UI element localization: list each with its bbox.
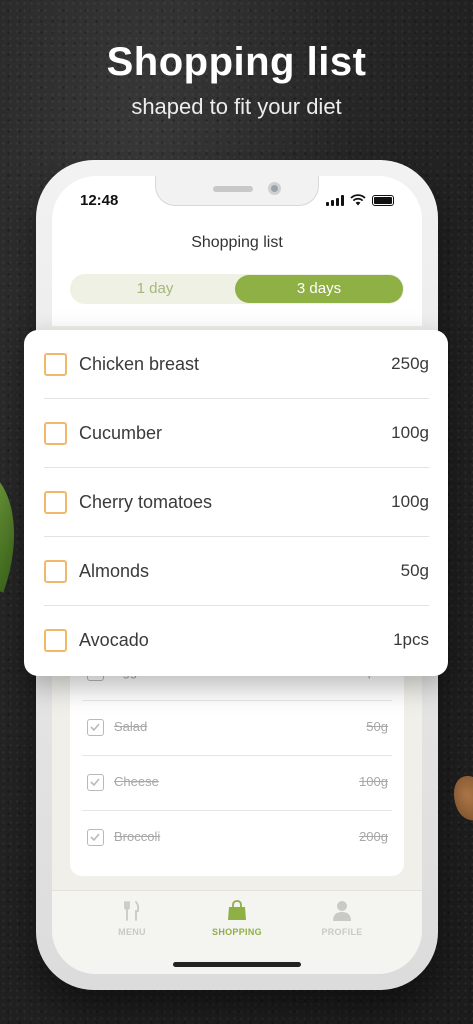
item-checkbox[interactable] — [44, 491, 67, 514]
screen-title: Shopping list — [191, 234, 283, 251]
checkmark-icon — [90, 778, 100, 787]
checked-checkbox[interactable] — [87, 829, 104, 846]
list-item[interactable]: Avocado 1pcs — [44, 606, 429, 675]
wifi-icon — [350, 194, 366, 206]
item-checkbox[interactable] — [44, 422, 67, 445]
tab-shopping-label: SHOPPING — [212, 927, 262, 937]
segment-1-day[interactable]: 1 day — [71, 275, 239, 303]
item-checkbox[interactable] — [44, 353, 67, 376]
checked-item-qty: 100g — [359, 774, 388, 789]
item-name: Avocado — [79, 630, 149, 650]
item-name: Cucumber — [79, 423, 163, 443]
segment-3-days[interactable]: 3 days — [235, 275, 403, 303]
day-range-toggle: 1 day 3 days — [70, 274, 404, 304]
checked-checkbox[interactable] — [87, 774, 104, 791]
signal-icon — [326, 195, 344, 206]
list-item[interactable]: Almonds 50g — [44, 537, 429, 606]
speaker-grille — [213, 186, 253, 192]
person-icon — [333, 901, 351, 921]
item-quantity: 100g — [391, 423, 429, 442]
item-checkbox[interactable] — [44, 629, 67, 652]
item-name: Chicken breast — [79, 354, 200, 374]
status-time: 12:48 — [80, 192, 119, 209]
tab-menu[interactable]: MENU — [82, 899, 182, 949]
checked-checkbox[interactable] — [87, 719, 104, 736]
tab-profile[interactable]: PROFILE — [292, 899, 392, 949]
front-camera — [268, 182, 281, 195]
checked-item-row[interactable]: Cheese 100g — [82, 756, 392, 811]
checked-item-name: Salad — [114, 719, 148, 734]
shopping-bag-icon — [228, 900, 246, 920]
tab-profile-label: PROFILE — [321, 927, 363, 937]
status-icons — [326, 194, 394, 206]
promo-headline: Shopping list — [106, 40, 367, 84]
item-quantity: 100g — [391, 492, 429, 511]
phone-notch — [155, 176, 319, 206]
item-quantity: 50g — [400, 561, 429, 580]
checked-item-qty: 50g — [366, 719, 388, 734]
item-name: Almonds — [79, 561, 150, 581]
checked-item-row[interactable]: Broccoli 200g — [82, 811, 392, 866]
item-quantity: 1pcs — [393, 630, 429, 649]
tab-menu-label: MENU — [118, 927, 146, 937]
fork-knife-icon — [124, 901, 140, 921]
battery-icon — [372, 195, 394, 206]
checked-item-qty: 200g — [359, 829, 388, 844]
checked-item-name: Broccoli — [114, 829, 161, 844]
tab-shopping[interactable]: SHOPPING — [187, 899, 287, 949]
list-item[interactable]: Cucumber 100g — [44, 399, 429, 468]
checked-item-row[interactable]: Salad 50g — [82, 701, 392, 756]
shopping-list-card: Chicken breast 250g Cucumber 100g Cherry… — [24, 330, 448, 676]
list-item[interactable]: Cherry tomatoes 100g — [44, 468, 429, 537]
list-item[interactable]: Chicken breast 250g — [44, 330, 429, 399]
home-indicator — [173, 962, 301, 967]
app-header: 12:48 Shopping list 1 day 3 days — [52, 176, 422, 326]
item-quantity: 250g — [391, 354, 429, 373]
checkmark-icon — [90, 723, 100, 732]
checkmark-icon — [90, 833, 100, 842]
promo-subline: shaped to fit your diet — [131, 94, 342, 119]
checked-item-name: Cheese — [114, 774, 159, 789]
item-name: Cherry tomatoes — [79, 492, 213, 512]
checked-items-card: Eggs 10pcs Salad 50g Cheese 100g — [70, 646, 404, 876]
item-checkbox[interactable] — [44, 560, 67, 583]
